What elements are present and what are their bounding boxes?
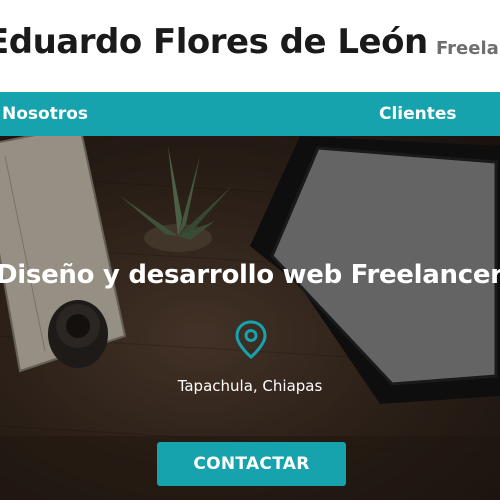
site-tagline: Freelancer [436,38,500,59]
hero-section: Diseño y desarrollo web Freelancer Tapac… [0,136,500,500]
nav-item-nosotros[interactable]: Nosotros [2,104,88,124]
site-header: Eduardo Flores de León Freelancer [0,0,500,92]
nav-item-clientes[interactable]: Clientes [379,104,457,124]
main-navbar: Nosotros Clientes [0,92,500,136]
location-text: Tapachula, Chiapas [177,377,323,395]
map-pin-icon [235,320,267,359]
contact-button[interactable]: CONTACTAR [157,442,346,486]
site-title[interactable]: Eduardo Flores de León [0,22,428,62]
hero-heading: Diseño y desarrollo web Freelancer [0,260,500,290]
